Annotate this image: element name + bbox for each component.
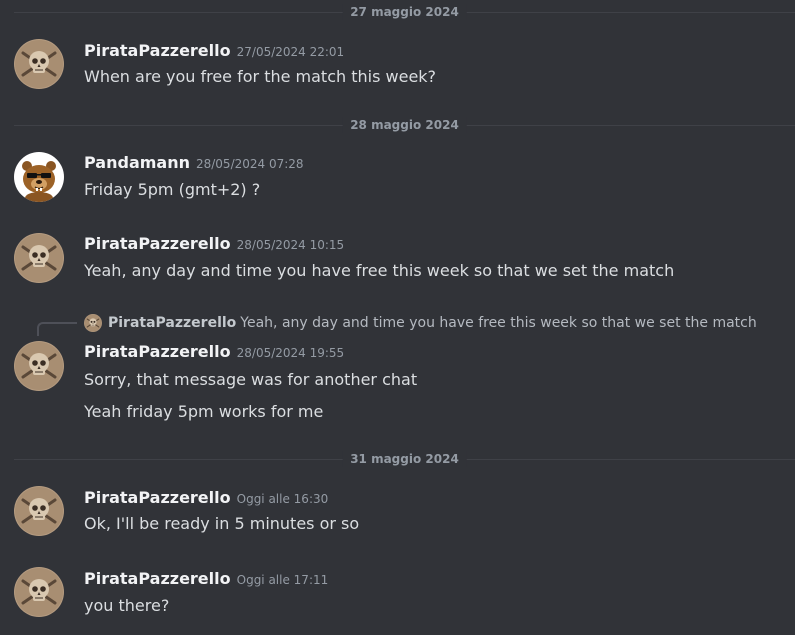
skull-avatar-icon <box>14 39 64 89</box>
username[interactable]: PirataPazzerello <box>84 234 231 253</box>
message-text: Ok, I'll be ready in 5 minutes or so <box>84 514 360 533</box>
reply-reference[interactable]: PirataPazzerello Yeah, any day and time … <box>84 313 757 333</box>
username[interactable]: Pandamann <box>84 153 190 172</box>
timestamp[interactable]: 28/05/2024 07:28 <box>196 157 304 171</box>
avatar[interactable] <box>14 39 64 89</box>
date-divider-label: 27 maggio 2024 <box>342 4 467 20</box>
date-divider-label: 28 maggio 2024 <box>342 117 467 133</box>
date-divider-label: 31 maggio 2024 <box>342 451 467 467</box>
message-header: PirataPazzerello Oggi alle 17:11 <box>84 568 328 591</box>
message-text: Yeah friday 5pm works for me <box>84 402 324 421</box>
message-header: PirataPazzerello Oggi alle 16:30 <box>84 487 328 510</box>
skull-avatar-icon <box>84 314 102 332</box>
skull-avatar-icon <box>14 233 64 283</box>
username[interactable]: PirataPazzerello <box>84 488 231 507</box>
date-divider: 31 maggio 2024 <box>14 451 795 467</box>
chat-log: 27 maggio 2024 PirataPazzerello 27/05/202… <box>0 0 795 635</box>
timestamp[interactable]: 28/05/2024 10:15 <box>237 238 345 252</box>
message-header: PirataPazzerello 27/05/2024 22:01 <box>84 40 344 63</box>
bear-avatar-icon <box>14 152 64 202</box>
reply-avatar <box>84 314 102 332</box>
message-header: Pandamann 28/05/2024 07:28 <box>84 152 304 175</box>
message-header: PirataPazzerello 28/05/2024 10:15 <box>84 233 344 256</box>
message-text: Sorry, that message was for another chat <box>84 370 418 389</box>
avatar[interactable] <box>14 567 64 617</box>
avatar[interactable] <box>14 486 64 536</box>
message-text: you there? <box>84 596 170 615</box>
skull-avatar-icon <box>14 341 64 391</box>
timestamp[interactable]: 27/05/2024 22:01 <box>237 45 345 59</box>
reply-username[interactable]: PirataPazzerello <box>108 313 236 333</box>
reply-connector <box>37 322 77 336</box>
username[interactable]: PirataPazzerello <box>84 569 231 588</box>
timestamp[interactable]: 28/05/2024 19:55 <box>237 346 345 360</box>
reply-text[interactable]: Yeah, any day and time you have free thi… <box>240 313 756 333</box>
timestamp[interactable]: Oggi alle 16:30 <box>237 492 329 506</box>
message-header: PirataPazzerello 28/05/2024 19:55 <box>84 341 344 364</box>
skull-avatar-icon <box>14 486 64 536</box>
timestamp[interactable]: Oggi alle 17:11 <box>237 573 329 587</box>
skull-avatar-icon <box>14 567 64 617</box>
avatar[interactable] <box>14 341 64 391</box>
avatar[interactable] <box>14 152 64 202</box>
message-text: Friday 5pm (gmt+2) ? <box>84 180 261 199</box>
message-text: When are you free for the match this wee… <box>84 67 437 86</box>
avatar[interactable] <box>14 233 64 283</box>
username[interactable]: PirataPazzerello <box>84 342 231 361</box>
date-divider: 28 maggio 2024 <box>14 117 795 133</box>
message-text: Yeah, any day and time you have free thi… <box>84 261 675 280</box>
date-divider: 27 maggio 2024 <box>14 4 795 20</box>
username[interactable]: PirataPazzerello <box>84 41 231 60</box>
